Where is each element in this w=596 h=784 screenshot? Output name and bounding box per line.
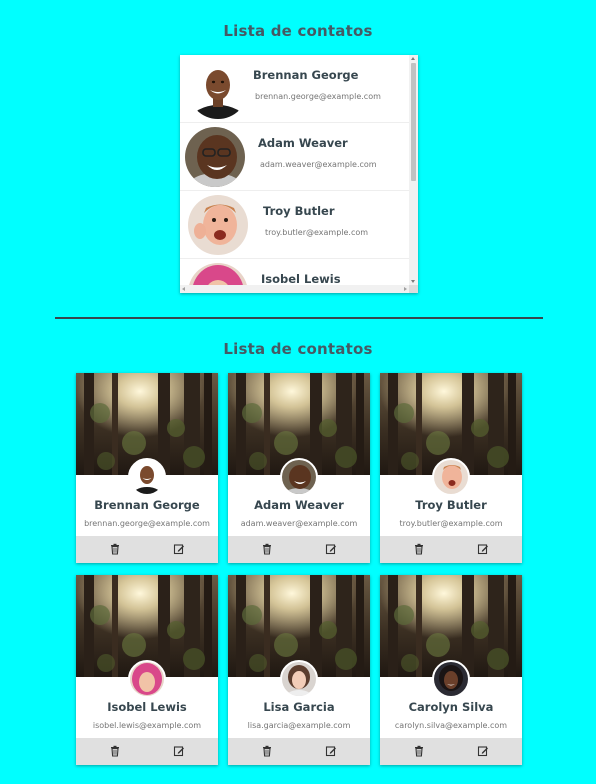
contact-card: Brennan George brennan.george@example.co…: [76, 373, 218, 563]
trash-icon[interactable]: [260, 744, 274, 758]
contact-name: Carolyn Silva: [408, 700, 494, 714]
contact-email: brennan.george@example.com: [255, 92, 381, 101]
avatar: [128, 660, 166, 698]
contact-name: Isobel Lewis: [261, 272, 341, 285]
contact-name: Adam Weaver: [258, 136, 348, 150]
contact-name: Troy Butler: [415, 498, 487, 512]
scrollbar-thumb[interactable]: [411, 63, 416, 181]
contact-name: Isobel Lewis: [107, 700, 187, 714]
trash-icon[interactable]: [412, 744, 426, 758]
trash-icon[interactable]: [108, 542, 122, 556]
avatar: [188, 195, 248, 255]
avatar: [432, 458, 470, 496]
contact-email: adam.weaver@example.com: [240, 519, 358, 528]
scroll-up-icon[interactable]: [411, 57, 415, 60]
page-title: Lista de contatos: [223, 340, 373, 358]
list-item[interactable]: Troy Butler troy.butler@example.com: [180, 191, 409, 259]
contact-email: carolyn.silva@example.com: [394, 721, 508, 730]
edit-icon[interactable]: [172, 542, 186, 556]
list-item[interactable]: Isobel Lewis: [180, 259, 409, 285]
avatar: [185, 127, 245, 187]
contact-name: Lisa Garcia: [263, 700, 335, 714]
edit-icon[interactable]: [476, 542, 490, 556]
scroll-right-icon[interactable]: [404, 287, 407, 291]
avatar: [432, 660, 470, 698]
vertical-scrollbar[interactable]: [409, 55, 418, 285]
trash-icon[interactable]: [260, 542, 274, 556]
contact-email: isobel.lewis@example.com: [92, 721, 202, 730]
contact-scroll-list[interactable]: Brennan George brennan.george@example.co…: [180, 55, 418, 293]
contact-card: Isobel Lewis isobel.lewis@example.com: [76, 575, 218, 765]
edit-icon[interactable]: [476, 744, 490, 758]
trash-icon[interactable]: [108, 744, 122, 758]
card-actions: [380, 738, 522, 765]
avatar: [188, 263, 248, 285]
scroll-down-icon[interactable]: [411, 280, 415, 283]
card-actions: [228, 536, 370, 563]
card-actions: [76, 738, 218, 765]
avatar: [280, 660, 318, 698]
horizontal-scrollbar[interactable]: [180, 285, 409, 293]
edit-icon[interactable]: [172, 744, 186, 758]
card-actions: [228, 738, 370, 765]
contact-email: brennan.george@example.com: [84, 519, 210, 528]
card-actions: [76, 536, 218, 563]
trash-icon[interactable]: [412, 542, 426, 556]
contact-name: Troy Butler: [263, 204, 335, 218]
avatar: [128, 458, 166, 496]
contact-email: troy.butler@example.com: [399, 519, 503, 528]
contact-email: lisa.garcia@example.com: [247, 721, 351, 730]
contact-name: Brennan George: [253, 68, 359, 82]
avatar: [188, 59, 248, 119]
contact-name: Brennan George: [94, 498, 200, 512]
avatar: [280, 458, 318, 496]
contact-card: Adam Weaver adam.weaver@example.com: [228, 373, 370, 563]
edit-icon[interactable]: [324, 744, 338, 758]
contact-card: Troy Butler troy.butler@example.com: [380, 373, 522, 563]
contact-name: Adam Weaver: [254, 498, 344, 512]
list-item[interactable]: Brennan George brennan.george@example.co…: [180, 55, 409, 123]
contact-card: Lisa Garcia lisa.garcia@example.com: [228, 575, 370, 765]
contact-email: adam.weaver@example.com: [260, 160, 377, 169]
scrollbar-corner: [409, 285, 418, 293]
contact-email: troy.butler@example.com: [265, 228, 369, 237]
list-item[interactable]: Adam Weaver adam.weaver@example.com: [180, 123, 409, 191]
edit-icon[interactable]: [324, 542, 338, 556]
card-actions: [380, 536, 522, 563]
page-title: Lista de contatos: [223, 22, 373, 40]
scroll-left-icon[interactable]: [182, 287, 185, 291]
section-divider: [55, 317, 543, 319]
contact-card: Carolyn Silva carolyn.silva@example.com: [380, 575, 522, 765]
